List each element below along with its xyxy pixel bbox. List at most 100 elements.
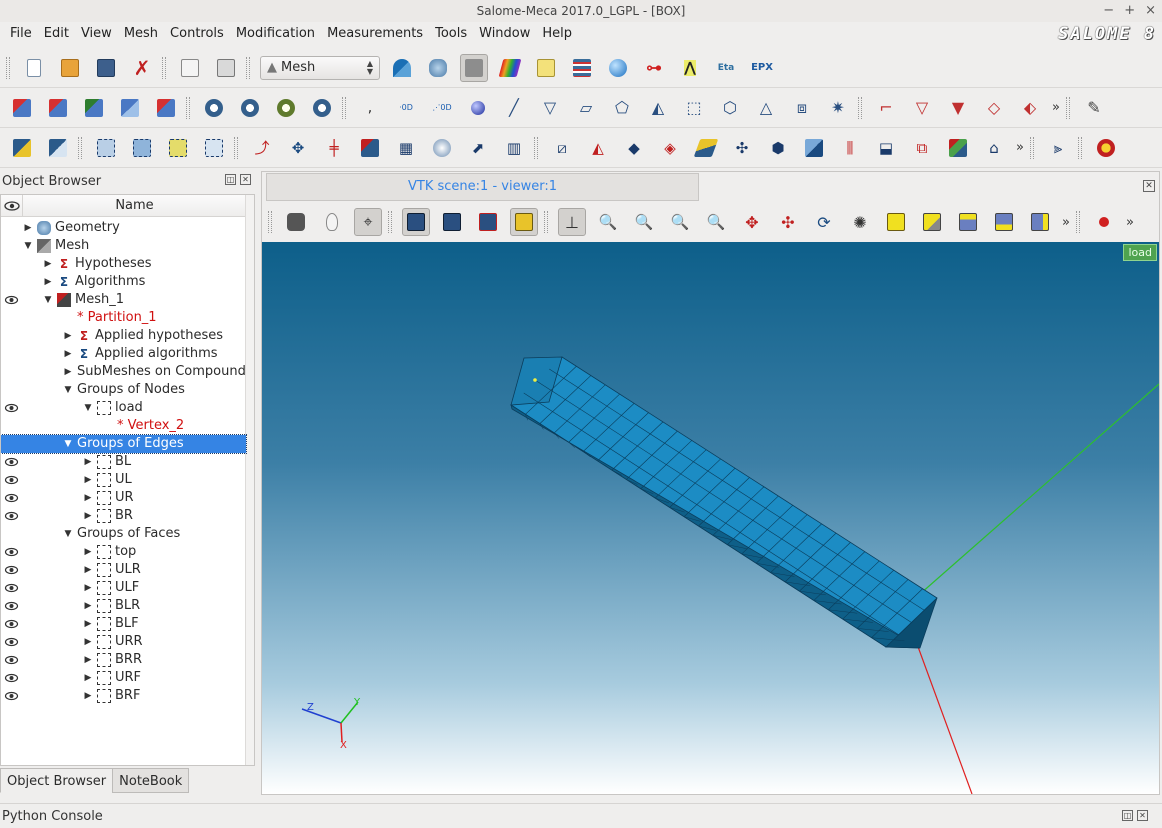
- name-column-header[interactable]: Name: [23, 195, 246, 217]
- tree-row[interactable]: ▶ Geometry: [1, 219, 246, 237]
- paste-button[interactable]: [212, 54, 240, 82]
- zooming-style-button[interactable]: ⌖: [354, 208, 382, 236]
- tree-row[interactable]: ▶ URF: [1, 669, 246, 687]
- tree-row[interactable]: * Vertex_2: [1, 417, 246, 435]
- eye-icon[interactable]: [4, 654, 19, 666]
- split-bi-button[interactable]: ⫼: [836, 134, 864, 162]
- eye-icon[interactable]: [4, 510, 19, 522]
- revolution-button[interactable]: ▥: [500, 134, 528, 162]
- menu-help[interactable]: Help: [536, 22, 578, 46]
- menu-tools[interactable]: Tools: [429, 22, 473, 46]
- back-view-button[interactable]: [918, 208, 946, 236]
- show-trihedron-button[interactable]: ⊥: [558, 208, 586, 236]
- close-icon[interactable]: ×: [1145, 0, 1156, 22]
- close-panel-icon[interactable]: ✕: [1137, 810, 1148, 821]
- import-mesh-button[interactable]: [8, 94, 36, 122]
- close-document-button[interactable]: ✗: [128, 54, 156, 82]
- toolbar-grip[interactable]: [268, 211, 272, 233]
- collapsed-arrow-icon[interactable]: ▶: [23, 219, 33, 237]
- expanded-arrow-icon[interactable]: ▼: [63, 525, 73, 543]
- mesh-order-button[interactable]: [308, 94, 336, 122]
- collapsed-arrow-icon[interactable]: ▶: [83, 687, 93, 705]
- orientation-button[interactable]: ⧄: [548, 134, 576, 162]
- highlight-button[interactable]: [510, 208, 538, 236]
- toolbar-grip[interactable]: [342, 96, 346, 119]
- collapsed-arrow-icon[interactable]: ▶: [43, 255, 53, 273]
- union-button[interactable]: ◭: [584, 134, 612, 162]
- tree-row[interactable]: ▼ Groups of Edges: [1, 434, 247, 454]
- polygon-button[interactable]: ⬠: [608, 94, 636, 122]
- maximize-icon[interactable]: +: [1124, 0, 1135, 22]
- preview-button[interactable]: [236, 94, 264, 122]
- collapsed-arrow-icon[interactable]: ▶: [63, 345, 73, 363]
- collapsed-arrow-icon[interactable]: ▶: [83, 453, 93, 471]
- toolbar-overflow-icon[interactable]: »: [1052, 100, 1060, 115]
- compute-button[interactable]: [200, 94, 228, 122]
- tree-row[interactable]: ▶ BR: [1, 507, 246, 525]
- toolbar-overflow-icon[interactable]: »: [1016, 140, 1024, 155]
- menu-controls[interactable]: Controls: [164, 22, 230, 46]
- fit-selection-button[interactable]: 🔍: [666, 208, 694, 236]
- group-on-filter-button[interactable]: [164, 134, 192, 162]
- tab-notebook[interactable]: NoteBook: [112, 768, 190, 793]
- tree-row[interactable]: ▼ Mesh_1: [1, 291, 246, 309]
- select-cursor-button[interactable]: [402, 208, 430, 236]
- float-panel-icon[interactable]: ◫: [225, 174, 236, 185]
- split-button[interactable]: ◈: [656, 134, 684, 162]
- menu-measurements[interactable]: Measurements: [321, 22, 429, 46]
- eye-icon[interactable]: [4, 636, 19, 648]
- remove-elements-button[interactable]: [356, 134, 384, 162]
- collapsed-arrow-icon[interactable]: ▶: [83, 597, 93, 615]
- toolbar-grip[interactable]: [1075, 211, 1080, 233]
- toolbar-grip[interactable]: [78, 136, 82, 159]
- left-view-button[interactable]: [1026, 208, 1054, 236]
- collapsed-arrow-icon[interactable]: ▶: [83, 507, 93, 525]
- menu-window[interactable]: Window: [473, 22, 536, 46]
- eye-icon[interactable]: [4, 474, 19, 486]
- quadratic-tetra-button[interactable]: ⬖: [1016, 94, 1044, 122]
- tree-row[interactable]: ▶ BL: [1, 453, 246, 471]
- collapsed-arrow-icon[interactable]: ▶: [43, 273, 53, 291]
- export-mesh-button[interactable]: [44, 94, 72, 122]
- tree-row[interactable]: ▶ Σ Algorithms: [1, 273, 246, 291]
- biquadratic-triangle-button[interactable]: ▼: [944, 94, 972, 122]
- viewer-tab[interactable]: VTK scene:1 - viewer:1: [266, 173, 699, 201]
- collapsed-arrow-icon[interactable]: ▶: [83, 615, 93, 633]
- rect-select-button[interactable]: [438, 208, 466, 236]
- cube-button[interactable]: [800, 134, 828, 162]
- open-document-button[interactable]: [56, 54, 84, 82]
- collapsed-arrow-icon[interactable]: ▶: [83, 489, 93, 507]
- global-pan-button[interactable]: ✣: [774, 208, 802, 236]
- hexahedron-button[interactable]: ⬚: [680, 94, 708, 122]
- ball-button[interactable]: [464, 94, 492, 122]
- move-node-button[interactable]: ✥: [284, 134, 312, 162]
- extrusion-button[interactable]: ⬈: [464, 134, 492, 162]
- create-group-button[interactable]: [92, 134, 120, 162]
- eye-icon[interactable]: [4, 690, 19, 702]
- eye-icon[interactable]: [4, 618, 19, 630]
- 0d-on-element-button[interactable]: ⋰0D: [428, 94, 456, 122]
- eye-icon[interactable]: [4, 492, 19, 504]
- mesh-module-button[interactable]: [460, 53, 488, 82]
- pattern-button[interactable]: ✣: [728, 134, 756, 162]
- paravis-module-button[interactable]: [604, 54, 632, 82]
- expanded-arrow-icon[interactable]: ▼: [23, 237, 33, 255]
- smoothing-button[interactable]: [692, 134, 720, 162]
- new-document-button[interactable]: [20, 54, 48, 82]
- tree-row[interactable]: ▶ BRR: [1, 651, 246, 669]
- quadrangle-button[interactable]: ▱: [572, 94, 600, 122]
- bottom-view-button[interactable]: [990, 208, 1018, 236]
- tree-row[interactable]: ▶ BLR: [1, 597, 246, 615]
- rotation-point-button[interactable]: ✺: [846, 208, 874, 236]
- tree-row[interactable]: * Partition_1: [1, 309, 246, 327]
- 0d-element-button[interactable]: ·0D: [392, 94, 420, 122]
- cutting-button[interactable]: ◆: [620, 134, 648, 162]
- tree-row[interactable]: ▶ top: [1, 543, 246, 561]
- eye-icon[interactable]: [4, 600, 19, 612]
- toolbar-grip[interactable]: [234, 136, 238, 159]
- copy-button[interactable]: [176, 54, 204, 82]
- menu-edit[interactable]: Edit: [38, 22, 75, 46]
- car-button[interactable]: ⬓: [872, 134, 900, 162]
- fit-area-button[interactable]: 🔍: [630, 208, 658, 236]
- menu-modification[interactable]: Modification: [230, 22, 321, 46]
